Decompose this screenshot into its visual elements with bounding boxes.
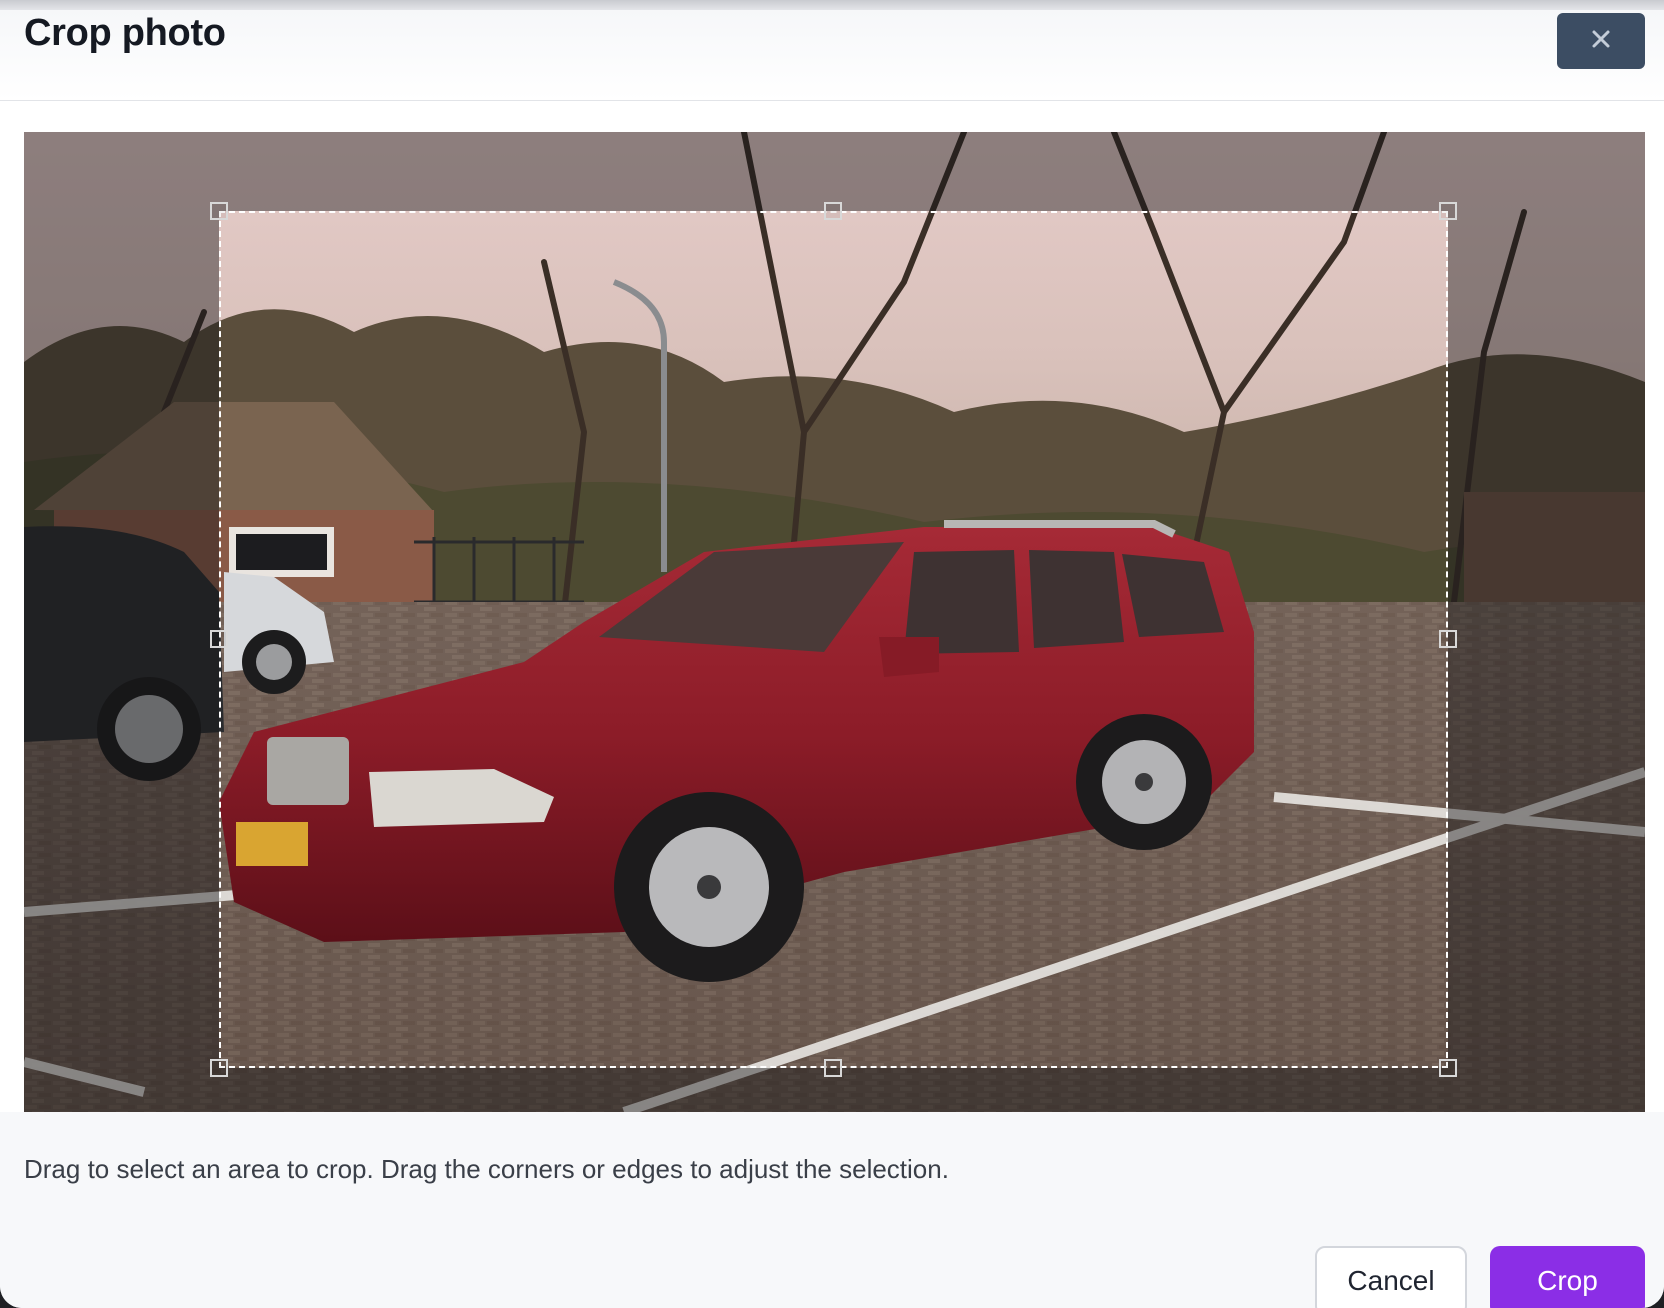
handle-middle-left[interactable]: [210, 630, 228, 648]
dialog-footer: Drag to select an area to crop. Drag the…: [0, 1112, 1664, 1308]
crop-hint: Drag to select an area to crop. Drag the…: [24, 1154, 949, 1184]
cancel-button[interactable]: Cancel: [1315, 1246, 1467, 1308]
dialog-title: Crop photo: [24, 12, 226, 54]
handle-top-left[interactable]: [210, 202, 228, 220]
handle-top-right[interactable]: [1439, 202, 1457, 220]
dim-top: [24, 132, 1645, 211]
dim-left: [24, 211, 219, 1068]
dim-right: [1448, 211, 1645, 1068]
crop-selection[interactable]: [219, 211, 1448, 1068]
handle-top-center[interactable]: [824, 202, 842, 220]
handle-bottom-left[interactable]: [210, 1059, 228, 1077]
close-icon: [1590, 28, 1612, 55]
crop-canvas[interactable]: [24, 132, 1645, 1112]
handle-bottom-center[interactable]: [824, 1059, 842, 1077]
crop-button[interactable]: Crop: [1490, 1246, 1645, 1308]
handle-middle-right[interactable]: [1439, 630, 1457, 648]
dialog-header: Crop photo: [0, 10, 1664, 101]
close-button[interactable]: [1557, 13, 1645, 69]
handle-bottom-right[interactable]: [1439, 1059, 1457, 1077]
crop-photo-dialog: Crop photo Drag to select an area to cro…: [0, 10, 1664, 1308]
